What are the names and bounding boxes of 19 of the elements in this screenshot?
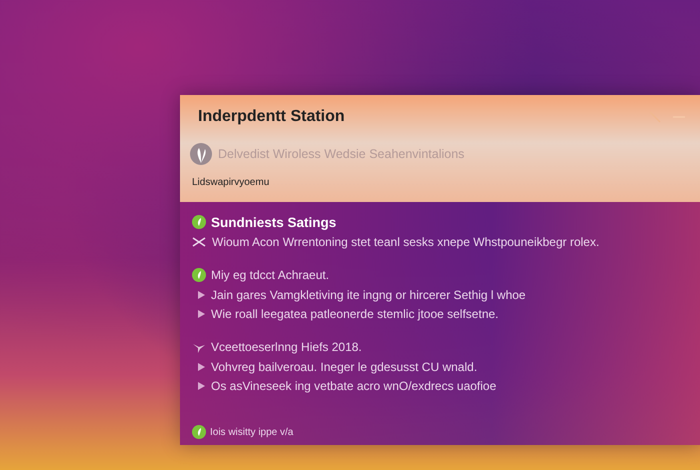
header-link[interactable]: Lidswapirvyoemu — [192, 177, 270, 188]
bullet-icon — [198, 310, 205, 318]
bullet-icon — [198, 382, 205, 390]
footer-text: Iois wisitty ippe v/a — [210, 426, 294, 438]
bullet-icon — [198, 362, 205, 370]
window-title: Inderpdentt Station — [198, 108, 346, 126]
list-item-text: Jain gares Vamgkletiving ite ingng or hircerer Sethig l whoe — [211, 288, 526, 302]
leaf-icon — [192, 215, 206, 229]
description-text: Wioum Acon Wrrentoning stet teanl sesks xnepe Whstpouneikbegr rolex. — [212, 234, 600, 248]
bullet-icon — [198, 290, 205, 298]
subtitle-text: Delvedist Wiroless Wedsie Seahenvintalions — [218, 147, 464, 161]
section-heading: Vceettoeserlnng Hiefs 2018. — [211, 340, 362, 354]
section-heading: Sundniests Satings — [211, 214, 336, 230]
leaf-icon — [192, 425, 206, 439]
leaf-icon — [192, 268, 206, 282]
section-heading: Miy eg tdcct Achraeut. — [211, 268, 330, 282]
list-item-text: Wie roall leegatea patleonerde stemlic jtooe selfsetne. — [211, 306, 498, 320]
list-item-text: Os asVineseek ing vetbate acro wnO/exdrecs uaofioe — [211, 378, 496, 392]
list-item-text: Vohvreg bailveroau. Ineger le gdesusst CU wnald. — [211, 360, 478, 374]
